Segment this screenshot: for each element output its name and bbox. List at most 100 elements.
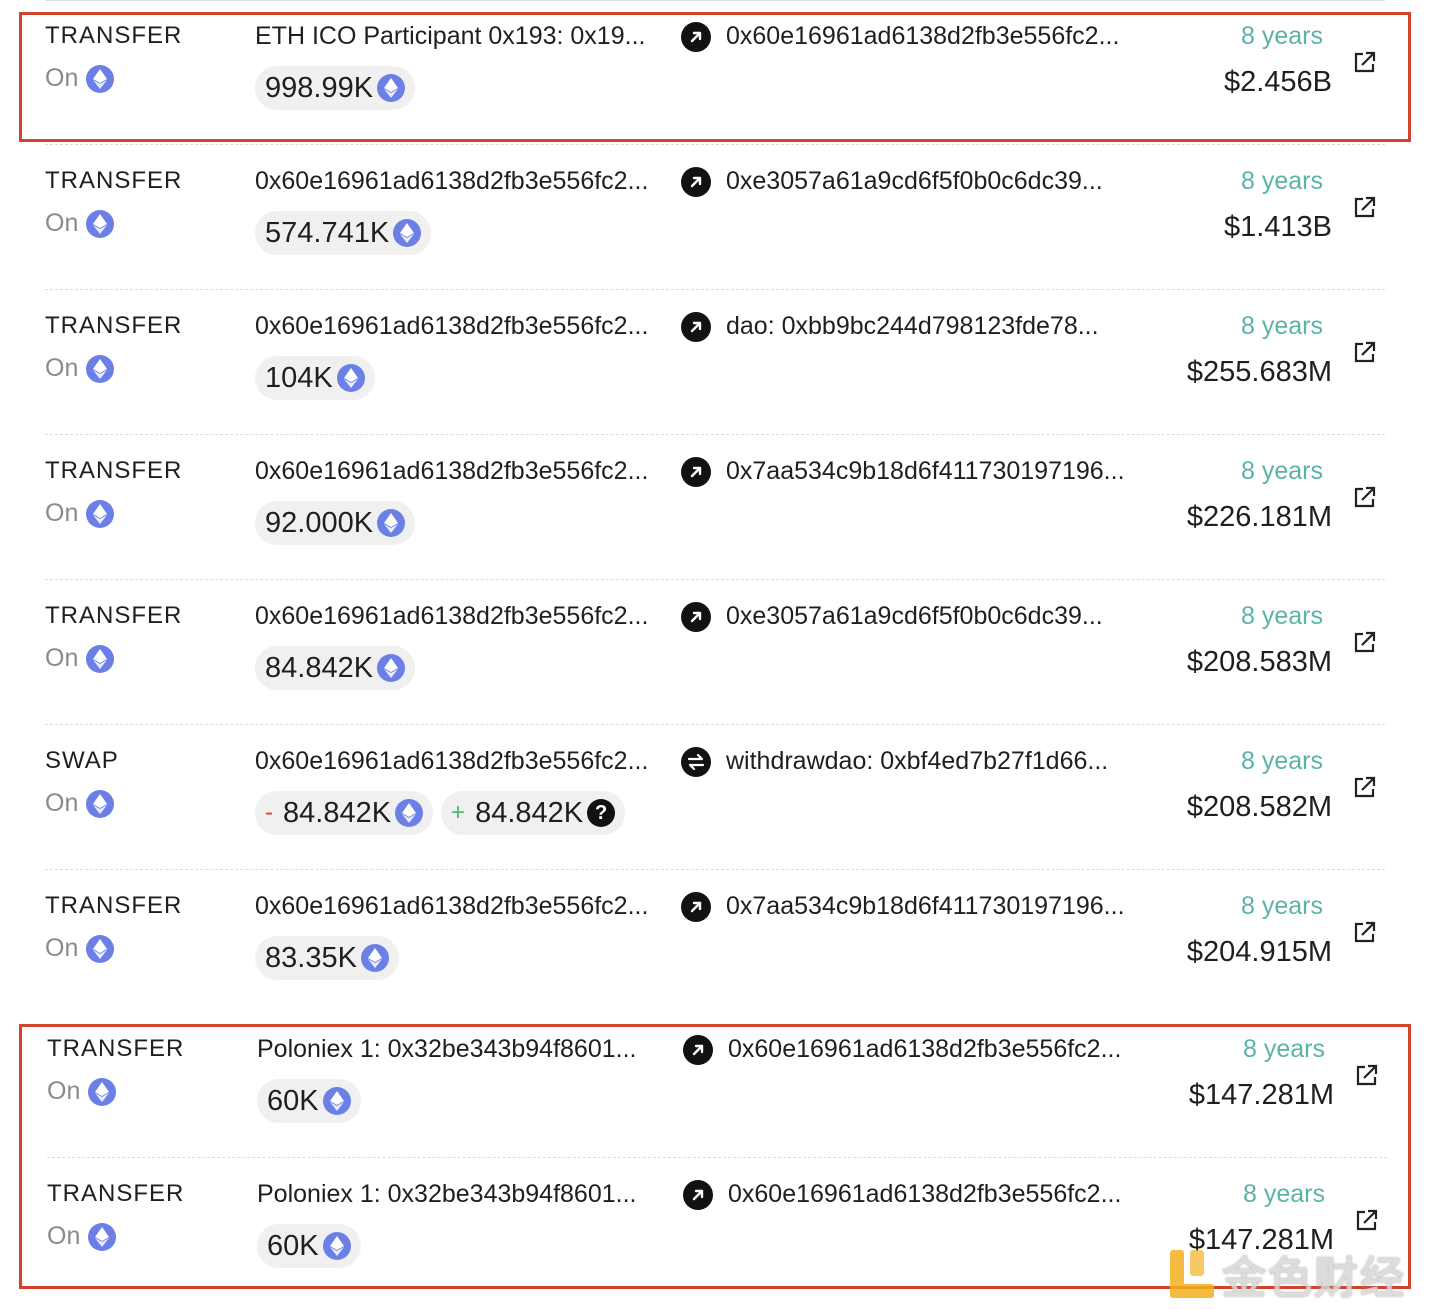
tx-age: 8 years [1243,1035,1325,1063]
transaction-row[interactable]: TRANSFER On 0x60e16961ad6138d2fb3e556fc2… [45,290,1385,435]
to-address[interactable]: withdrawdao: 0xbf4ed7b27f1d66... [726,747,1108,776]
unknown-token-icon: ? [587,799,616,827]
transaction-row[interactable]: TRANSFER On 0x60e16961ad6138d2fb3e556fc2… [45,580,1385,725]
from-address[interactable]: Poloniex 1: 0x32be343b94f8601... [257,1180,636,1209]
chain-label: On [45,499,79,527]
chain-indicator: On [47,1222,117,1251]
amount-pills: - 84.842K + 84.842K ? [255,791,626,835]
from-address[interactable]: ETH ICO Participant 0x193: 0x19... [255,22,645,51]
ethereum-icon [86,209,115,238]
chain-label: On [45,644,79,672]
token-amount: 60K [267,1084,319,1117]
transaction-row[interactable]: TRANSFER On 0x60e16961ad6138d2fb3e556fc2… [45,145,1385,290]
out-arrow-icon [681,457,711,487]
ethereum-icon [86,789,115,818]
usd-value: $255.683M [1186,356,1332,388]
usd-value: $147.281M [1188,1079,1334,1111]
external-link-icon[interactable] [1353,50,1377,74]
chain-indicator: On [45,789,115,818]
chain-label: On [45,209,79,237]
to-address[interactable]: dao: 0xbb9bc244d798123fde78... [726,312,1099,341]
watermark-logo-icon [1170,1250,1214,1298]
external-link-icon[interactable] [1355,1063,1379,1087]
transaction-row[interactable]: TRANSFER On 0x60e16961ad6138d2fb3e556fc2… [45,870,1385,1015]
amount-pills: 60K [257,1224,361,1268]
amount-pill: 998.99K [255,66,416,110]
transaction-row[interactable]: TRANSFER On 0x60e16961ad6138d2fb3e556fc2… [45,435,1385,580]
amount-pill: 92.000K [255,501,416,545]
chain-indicator: On [45,644,115,673]
out-arrow-icon [681,892,711,922]
ethereum-icon [88,1077,117,1106]
amount-pills: 104K [255,356,375,400]
usd-value: $208.583M [1186,646,1332,678]
usd-value: $204.915M [1186,936,1332,968]
to-address[interactable]: 0x60e16961ad6138d2fb3e556fc2... [728,1180,1121,1209]
usd-value: $2.456B [1223,66,1332,98]
token-amount: 84.842K [283,796,392,829]
tx-type: TRANSFER [45,22,183,49]
chain-indicator: On [45,209,115,238]
external-link-icon[interactable] [1353,920,1377,944]
transaction-row[interactable]: TRANSFER On ETH ICO Participant 0x193: 0… [45,0,1385,145]
external-link-icon[interactable] [1353,340,1377,364]
token-amount: 574.741K [265,216,390,249]
out-arrow-icon [683,1035,713,1065]
ethereum-icon [395,799,424,827]
out-arrow-icon [681,167,711,197]
chain-label: On [47,1077,81,1105]
to-address[interactable]: 0x7aa534c9b18d6f411730197196... [726,892,1125,921]
amount-pill: 60K [257,1224,361,1268]
amount-pills: 92.000K [255,501,416,545]
from-address[interactable]: 0x60e16961ad6138d2fb3e556fc2... [255,602,648,631]
from-address[interactable]: Poloniex 1: 0x32be343b94f8601... [257,1035,636,1064]
watermark-text: 金色财经 [1222,1254,1406,1303]
transaction-row[interactable]: SWAP On 0x60e16961ad6138d2fb3e556fc2... … [45,725,1385,870]
chain-label: On [45,354,79,382]
external-link-icon[interactable] [1353,775,1377,799]
tx-age: 8 years [1241,892,1323,920]
ethereum-icon [360,944,389,972]
to-address[interactable]: 0x7aa534c9b18d6f411730197196... [726,457,1125,486]
tx-type: TRANSFER [45,457,183,484]
chain-label: On [45,934,79,962]
transaction-row[interactable]: TRANSFER On Poloniex 1: 0x32be343b94f860… [47,1013,1387,1158]
ethereum-icon [336,364,365,392]
ethereum-icon [86,499,115,528]
ethereum-icon [377,654,406,682]
chain-indicator: On [45,934,115,963]
token-amount: 84.842K [265,651,374,684]
external-link-icon[interactable] [1353,630,1377,654]
usd-value: $1.413B [1223,211,1332,243]
from-address[interactable]: 0x60e16961ad6138d2fb3e556fc2... [255,457,648,486]
external-link-icon[interactable] [1353,485,1377,509]
tx-type: TRANSFER [45,892,183,919]
tx-type: TRANSFER [45,602,183,629]
ethereum-icon [86,644,115,673]
to-address[interactable]: 0xe3057a61a9cd6f5f0b0c6dc39... [726,602,1103,631]
token-amount: 84.842K [475,796,584,829]
external-link-icon[interactable] [1355,1208,1379,1232]
ethereum-icon [377,509,406,537]
to-address[interactable]: 0xe3057a61a9cd6f5f0b0c6dc39... [726,167,1103,196]
from-address[interactable]: 0x60e16961ad6138d2fb3e556fc2... [255,312,648,341]
tx-age: 8 years [1241,167,1323,195]
swap-in-pill: + 84.842K ? [441,791,626,835]
to-address[interactable]: 0x60e16961ad6138d2fb3e556fc2... [726,22,1119,51]
usd-value: $226.181M [1186,501,1332,533]
swap-out-pill: - 84.842K [255,791,434,835]
tx-age: 8 years [1241,602,1323,630]
to-address[interactable]: 0x60e16961ad6138d2fb3e556fc2... [728,1035,1121,1064]
amount-pills: 84.842K [255,646,416,690]
tx-age: 8 years [1241,747,1323,775]
plus-sign: + [451,799,466,826]
ethereum-icon [322,1232,351,1260]
from-address[interactable]: 0x60e16961ad6138d2fb3e556fc2... [255,747,648,776]
amount-pills: 998.99K [255,66,416,110]
external-link-icon[interactable] [1353,195,1377,219]
from-address[interactable]: 0x60e16961ad6138d2fb3e556fc2... [255,167,648,196]
chain-indicator: On [45,354,115,383]
from-address[interactable]: 0x60e16961ad6138d2fb3e556fc2... [255,892,648,921]
amount-pill: 104K [255,356,375,400]
chain-indicator: On [45,499,115,528]
